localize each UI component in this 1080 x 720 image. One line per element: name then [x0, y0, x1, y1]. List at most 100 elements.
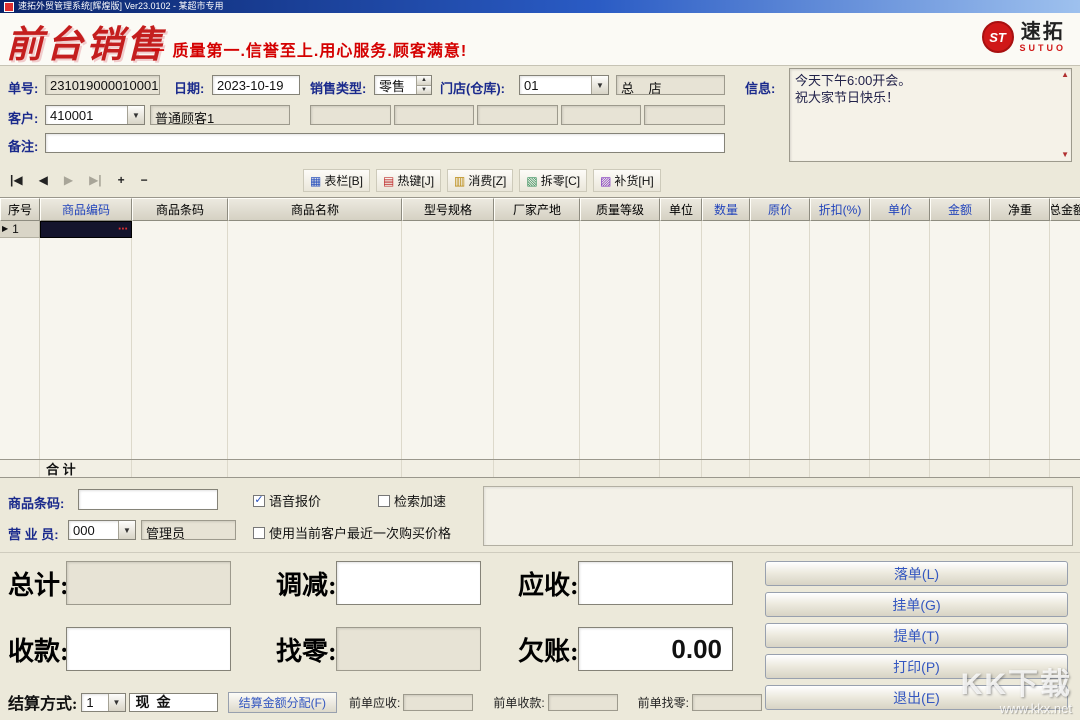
table-cell[interactable]	[750, 221, 810, 238]
info-line-1: 今天下午6:00开会。	[795, 72, 1061, 89]
table-cell[interactable]: ▶1	[0, 221, 40, 238]
totals-panel: 总计: 调减: 应收: 收款: 找零: 欠账: 0.00 落单(L)挂单(G)提…	[0, 552, 1080, 720]
allocate-amount-button[interactable]: 结算金额分配(F)	[228, 692, 337, 713]
nav-prev-button[interactable]: ◀	[39, 171, 48, 189]
spin-up-icon[interactable]: ▲	[417, 76, 431, 86]
chevron-down-icon[interactable]: ▼	[108, 694, 125, 711]
row-pointer-icon: ▶	[2, 225, 8, 233]
sale-type-spinner[interactable]: 零售 ▲▼	[374, 75, 432, 95]
info-label: 信息:	[745, 78, 775, 97]
table-cell[interactable]	[990, 221, 1050, 238]
checkbox-last-price[interactable]: 使用当前客户最近一次购买价格	[253, 523, 451, 542]
table-cell[interactable]	[580, 221, 660, 238]
hold-order-button[interactable]: 挂单(G)	[765, 592, 1068, 617]
column-header[interactable]: 数量	[702, 198, 750, 221]
sale-type-spin-buttons[interactable]: ▲▼	[416, 76, 431, 94]
date-field[interactable]	[212, 75, 300, 95]
nav-delete-button[interactable]: −	[141, 171, 148, 189]
brand-logo-text: 速拓 SUTUO	[1020, 21, 1067, 53]
column-header[interactable]: 商品编码	[40, 198, 132, 221]
deduct-label: 调减:	[276, 565, 337, 602]
table-cell[interactable]	[132, 221, 228, 238]
table-column	[0, 221, 40, 460]
ellipsis-icon: ⋯	[118, 225, 129, 235]
toolbar-button[interactable]: ▦表栏[B]	[303, 169, 370, 192]
table-footer: 合 计	[0, 459, 1080, 477]
grid-icon: ▦	[310, 175, 321, 187]
column-header[interactable]: 折扣(%)	[810, 198, 870, 221]
restock-icon: ▨	[600, 175, 611, 187]
table-cell[interactable]	[1050, 221, 1080, 238]
toolbar-button-label: 拆零[C]	[541, 172, 580, 189]
nav-append-button[interactable]: +	[118, 171, 125, 189]
barcode-input[interactable]	[78, 489, 218, 510]
info-box[interactable]: 今天下午6:00开会。 祝大家节日快乐！ ▲ ▼	[789, 68, 1072, 162]
nav-first-button[interactable]: |◀	[10, 171, 23, 189]
print-button[interactable]: 打印(P)	[765, 654, 1068, 679]
checkbox-icon[interactable]	[378, 495, 390, 507]
nav-button-group: |◀ ◀ ▶ ▶| +−	[10, 171, 148, 189]
column-header[interactable]: 型号规格	[402, 198, 494, 221]
toolbar-button[interactable]: ▨补货[H]	[593, 169, 661, 192]
clerk-select[interactable]: 000 ▼	[68, 520, 136, 540]
chevron-down-icon[interactable]: ▼	[127, 106, 144, 124]
column-header[interactable]: 单价	[870, 198, 930, 221]
checkbox-voice[interactable]: ✓ 语音报价	[253, 491, 321, 510]
settlement-method-select[interactable]: 1 ▼	[81, 693, 125, 712]
clerk-name-field: 管理员	[141, 520, 236, 540]
nav-last-button[interactable]: ▶|	[89, 171, 102, 189]
checkbox-speed[interactable]: 检索加速	[378, 491, 446, 510]
drop-order-button[interactable]: 落单(L)	[765, 561, 1068, 586]
store-select[interactable]: 01 ▼	[519, 75, 609, 95]
customer-select[interactable]: 410001 ▼	[45, 105, 145, 125]
order-no-field: 231019000010001	[45, 75, 160, 95]
scroll-down-icon[interactable]: ▼	[1061, 151, 1069, 159]
page-title: 前台销售	[6, 14, 166, 68]
exit-button[interactable]: 退出(E)	[765, 685, 1068, 710]
column-header[interactable]: 金额	[930, 198, 990, 221]
column-header[interactable]: 净重	[990, 198, 1050, 221]
received-input[interactable]	[66, 627, 231, 671]
readonly-field	[644, 105, 725, 125]
table-cell[interactable]	[494, 221, 580, 238]
column-header[interactable]: 商品名称	[228, 198, 402, 221]
table-cell[interactable]	[870, 221, 930, 238]
checkbox-icon[interactable]	[253, 527, 265, 539]
split-icon: ▧	[526, 175, 537, 187]
chevron-down-icon[interactable]: ▼	[591, 76, 608, 94]
column-header[interactable]: 总金额	[1050, 198, 1080, 221]
remark-input[interactable]	[45, 133, 725, 153]
spin-down-icon[interactable]: ▼	[417, 86, 431, 95]
column-header[interactable]: 商品条码	[132, 198, 228, 221]
column-header[interactable]: 原价	[750, 198, 810, 221]
pick-order-button[interactable]: 提单(T)	[765, 623, 1068, 648]
total-label: 总计:	[8, 565, 69, 602]
footer-cell	[702, 460, 750, 477]
table-cell[interactable]	[402, 221, 494, 238]
chevron-down-icon[interactable]: ▼	[118, 521, 135, 539]
table-cell[interactable]: ⋯	[40, 221, 132, 238]
table-column	[810, 221, 870, 460]
table-cell[interactable]	[660, 221, 702, 238]
table-cell[interactable]	[228, 221, 402, 238]
table-cell[interactable]	[930, 221, 990, 238]
footer-cell	[1050, 460, 1080, 477]
readonly-field	[310, 105, 391, 125]
table-cell[interactable]	[702, 221, 750, 238]
footer-cell	[990, 460, 1050, 477]
scroll-up-icon[interactable]: ▲	[1061, 71, 1069, 79]
toolbar-button[interactable]: ▥消费[Z]	[447, 169, 513, 192]
toolbar-button[interactable]: ▧ 拆零[C]	[519, 169, 587, 192]
nav-next-button[interactable]: ▶	[64, 171, 73, 189]
checkbox-icon[interactable]: ✓	[253, 495, 265, 507]
column-header[interactable]: 质量等级	[580, 198, 660, 221]
column-header[interactable]: 序号	[0, 198, 40, 221]
column-header[interactable]: 单位	[660, 198, 702, 221]
deduct-input[interactable]	[336, 561, 481, 605]
table-column	[930, 221, 990, 460]
toolbar-button[interactable]: ▤热键[J]	[376, 169, 441, 192]
settlement-label: 结算方式:	[8, 690, 77, 714]
receivable-input[interactable]	[578, 561, 733, 605]
table-cell[interactable]	[810, 221, 870, 238]
column-header[interactable]: 厂家产地	[494, 198, 580, 221]
